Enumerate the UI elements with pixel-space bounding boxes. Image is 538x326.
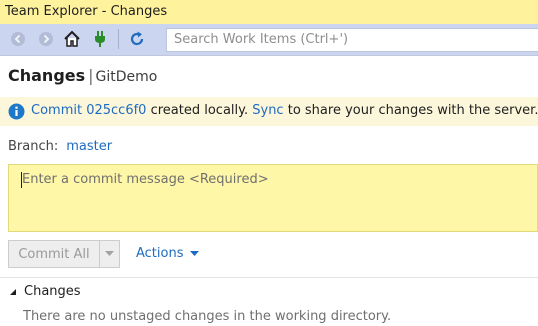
page-title: Changes (8, 66, 86, 85)
notification-text: Commit 025cc6f0 created locally. Sync to… (31, 103, 538, 118)
notification-bar: Commit 025cc6f0 created locally. Sync to… (0, 97, 538, 126)
commit-message-input[interactable]: Enter a commit message <Required> (8, 164, 538, 232)
chevron-down-icon (189, 250, 199, 256)
changes-section-title: Changes (24, 284, 81, 299)
sync-link[interactable]: Sync (252, 103, 283, 118)
notification-suffix: to share your changes with the server. (283, 103, 538, 118)
refresh-icon[interactable] (127, 29, 147, 49)
commit-dropdown-button[interactable] (100, 240, 120, 268)
page-header: Changes | GitDemo (8, 66, 157, 90)
plug-icon[interactable] (90, 29, 110, 49)
commit-id: 025cc6f0 (86, 103, 147, 118)
info-icon (8, 103, 25, 124)
actions-label: Actions (136, 246, 184, 261)
back-arrow-icon[interactable] (8, 29, 28, 49)
commit-message-placeholder: Enter a commit message <Required> (22, 172, 269, 187)
forward-arrow-icon[interactable] (36, 29, 56, 49)
notification-middle: created locally. (146, 103, 253, 118)
branch-name-link[interactable]: master (66, 139, 112, 154)
home-icon[interactable] (62, 29, 82, 49)
branch-row: Branch: master (8, 139, 112, 154)
changes-section-header[interactable]: Changes (8, 284, 81, 299)
actions-menu[interactable]: Actions (136, 246, 199, 261)
collapse-triangle-icon[interactable] (8, 287, 18, 297)
chevron-down-icon (105, 251, 114, 256)
window-title: Team Explorer - Changes (0, 0, 538, 24)
repo-name[interactable]: GitDemo (96, 69, 158, 85)
header-separator: | (88, 66, 94, 85)
section-divider (0, 277, 538, 278)
search-input[interactable]: Search Work Items (Ctrl+') (166, 28, 538, 52)
commit-all-button[interactable]: Commit All (8, 240, 100, 268)
empty-changes-message: There are no unstaged changes in the wor… (23, 309, 392, 324)
branch-label: Branch: (8, 139, 59, 154)
toolbar: Search Work Items (Ctrl+') (0, 24, 538, 56)
commit-link[interactable]: Commit 025cc6f0 (31, 103, 146, 118)
toolbar-separator (118, 29, 119, 49)
commit-link-prefix: Commit (31, 103, 83, 118)
